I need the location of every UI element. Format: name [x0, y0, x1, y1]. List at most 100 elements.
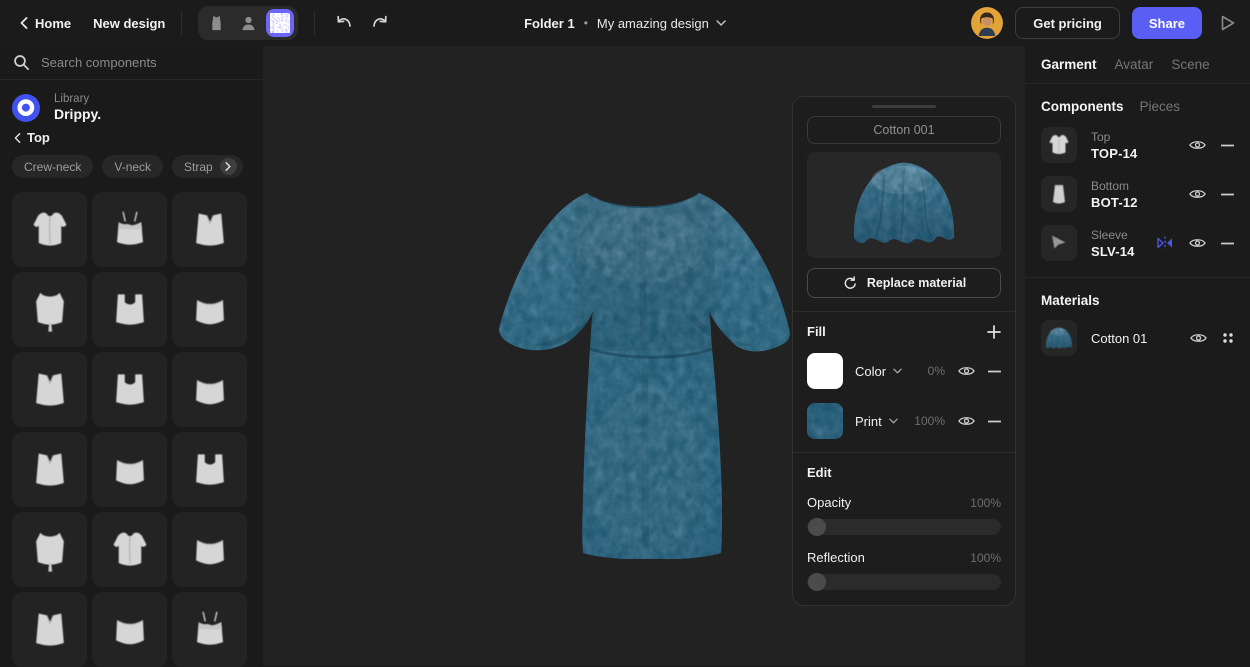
- search-input[interactable]: [41, 55, 243, 70]
- panel-drag-handle[interactable]: [872, 105, 936, 108]
- category-chips: Crew-neck V-neck Strap: [12, 155, 263, 178]
- fill-opacity-value[interactable]: 100%: [914, 414, 945, 428]
- subtab-pieces[interactable]: Pieces: [1140, 99, 1181, 114]
- remove-component-minus-icon[interactable]: [1221, 144, 1234, 147]
- remove-component-minus-icon[interactable]: [1221, 242, 1234, 245]
- drippy-logo-icon: [12, 94, 40, 122]
- breadcrumb-label: Top: [27, 130, 50, 145]
- folder-name[interactable]: Folder 1: [524, 16, 575, 31]
- tab-garment[interactable]: Garment: [1041, 57, 1097, 72]
- visibility-toggle-eye-icon[interactable]: [1189, 139, 1206, 151]
- chip-crew-neck[interactable]: Crew-neck: [12, 155, 93, 178]
- tab-scene[interactable]: Scene: [1171, 57, 1209, 72]
- component-thumbnail-basic-crop[interactable]: [172, 352, 247, 427]
- avatar-view-button[interactable]: [234, 9, 262, 37]
- material-row-cotton[interactable]: Cotton 01: [1041, 320, 1234, 356]
- redo-button[interactable]: [367, 10, 393, 36]
- component-thumbnail-cami[interactable]: [92, 192, 167, 267]
- component-text: Bottom BOT-12: [1091, 179, 1138, 210]
- garment-thumb-image: [184, 444, 236, 496]
- component-row-sleeve[interactable]: Sleeve SLV-14: [1041, 225, 1234, 261]
- new-design-button[interactable]: New design: [93, 16, 165, 31]
- material-options-grid-icon[interactable]: [1222, 332, 1234, 344]
- visibility-toggle-eye-icon[interactable]: [958, 365, 975, 377]
- component-row-top[interactable]: Top TOP-14: [1041, 127, 1234, 163]
- visibility-toggle-eye-icon[interactable]: [1189, 188, 1206, 200]
- opacity-slider[interactable]: [807, 519, 1001, 535]
- reflection-slider-knob[interactable]: [808, 573, 826, 591]
- chip-strap[interactable]: Strap: [172, 155, 243, 178]
- sleeve-thumbnail: [1041, 225, 1077, 261]
- mirror-symmetry-icon[interactable]: [1156, 235, 1174, 251]
- garment-thumb-image: [24, 204, 76, 256]
- component-thumbnail-crop-tee[interactable]: [12, 192, 87, 267]
- visibility-toggle-eye-icon[interactable]: [1189, 237, 1206, 249]
- print-swatch[interactable]: [807, 403, 843, 439]
- component-thumbnail-twist-bandeau[interactable]: [92, 432, 167, 507]
- fill-row-color: Color 0%: [807, 353, 1001, 389]
- design-name-menu[interactable]: My amazing design: [597, 16, 726, 31]
- add-fill-button[interactable]: [987, 325, 1001, 339]
- remove-fill-minus-icon[interactable]: [988, 370, 1001, 373]
- fill-type-dropdown[interactable]: [893, 368, 902, 374]
- component-thumbnail-one-shoulder[interactable]: [92, 592, 167, 667]
- component-thumbnail-ruched-top[interactable]: [92, 352, 167, 427]
- component-code: TOP-14: [1091, 146, 1137, 161]
- visibility-toggle-eye-icon[interactable]: [1190, 332, 1207, 344]
- component-thumbnail-asym-drape[interactable]: [92, 512, 167, 587]
- chips-scroll-right-button[interactable]: [220, 158, 237, 175]
- tab-avatar[interactable]: Avatar: [1115, 57, 1154, 72]
- component-thumbnail-halter[interactable]: [12, 512, 87, 587]
- component-thumbnail-tube[interactable]: [172, 272, 247, 347]
- component-thumbnail-smocked-cami[interactable]: [172, 592, 247, 667]
- color-swatch[interactable]: [807, 353, 843, 389]
- viewport-3d[interactable]: Replace material Fill Color 0%: [263, 46, 1025, 666]
- dress-3d-model[interactable]: [495, 183, 791, 559]
- undo-icon: [334, 14, 354, 32]
- material-name-field[interactable]: [807, 116, 1001, 144]
- divider: [793, 452, 1015, 453]
- breadcrumb-back[interactable]: Top: [14, 130, 263, 145]
- library-text: Library Drippy.: [54, 93, 101, 122]
- component-thumbnail-notch-crop[interactable]: [172, 192, 247, 267]
- garment-thumb-image: [184, 364, 236, 416]
- garment-view-button[interactable]: [202, 9, 230, 37]
- garment-subtabs: Components Pieces: [1041, 99, 1234, 114]
- present-button[interactable]: [1214, 10, 1240, 36]
- visibility-toggle-eye-icon[interactable]: [958, 415, 975, 427]
- component-thumbnail-keyhole-top[interactable]: [12, 432, 87, 507]
- undo-button[interactable]: [331, 10, 357, 36]
- replace-material-button[interactable]: Replace material: [807, 268, 1001, 298]
- component-thumbnail-v-tank[interactable]: [12, 592, 87, 667]
- material-view-button[interactable]: [266, 9, 294, 37]
- fill-opacity-value[interactable]: 0%: [928, 364, 945, 378]
- reflection-slider[interactable]: [807, 574, 1001, 590]
- opacity-slider-knob[interactable]: [808, 518, 826, 536]
- library-header[interactable]: Library Drippy.: [12, 93, 263, 122]
- fill-type-dropdown[interactable]: [889, 418, 898, 424]
- divider: [793, 311, 1015, 312]
- get-pricing-label: Get pricing: [1033, 16, 1102, 31]
- component-row-bottom[interactable]: Bottom BOT-12: [1041, 176, 1234, 212]
- chip-v-neck[interactable]: V-neck: [102, 155, 163, 178]
- home-button[interactable]: Home: [20, 16, 71, 31]
- component-type: Sleeve: [1091, 228, 1135, 242]
- get-pricing-button[interactable]: Get pricing: [1015, 7, 1120, 39]
- reflection-value[interactable]: 100%: [970, 551, 1001, 565]
- scene-structure-sidebar: Garment Avatar Scene Components Pieces T…: [1025, 46, 1250, 666]
- remove-fill-minus-icon[interactable]: [988, 420, 1001, 423]
- share-button[interactable]: Share: [1132, 7, 1202, 39]
- component-thumbnail-ruched-tube[interactable]: [172, 512, 247, 587]
- chevron-down-icon: [893, 368, 902, 374]
- component-thumbnail-scoop-halter[interactable]: [12, 352, 87, 427]
- user-avatar[interactable]: [971, 7, 1003, 39]
- component-thumbnail-mock-neck[interactable]: [172, 432, 247, 507]
- remove-component-minus-icon[interactable]: [1221, 193, 1234, 196]
- subtab-components[interactable]: Components: [1041, 99, 1124, 114]
- component-thumbnail-tie-tank[interactable]: [12, 272, 87, 347]
- plus-icon: [987, 325, 1001, 339]
- component-thumbnail-square-tank[interactable]: [92, 272, 167, 347]
- opacity-value[interactable]: 100%: [970, 496, 1001, 510]
- component-library-sidebar: Library Drippy. Top Crew-neck V-neck Str…: [0, 46, 263, 666]
- garment-thumb-image: [104, 284, 156, 336]
